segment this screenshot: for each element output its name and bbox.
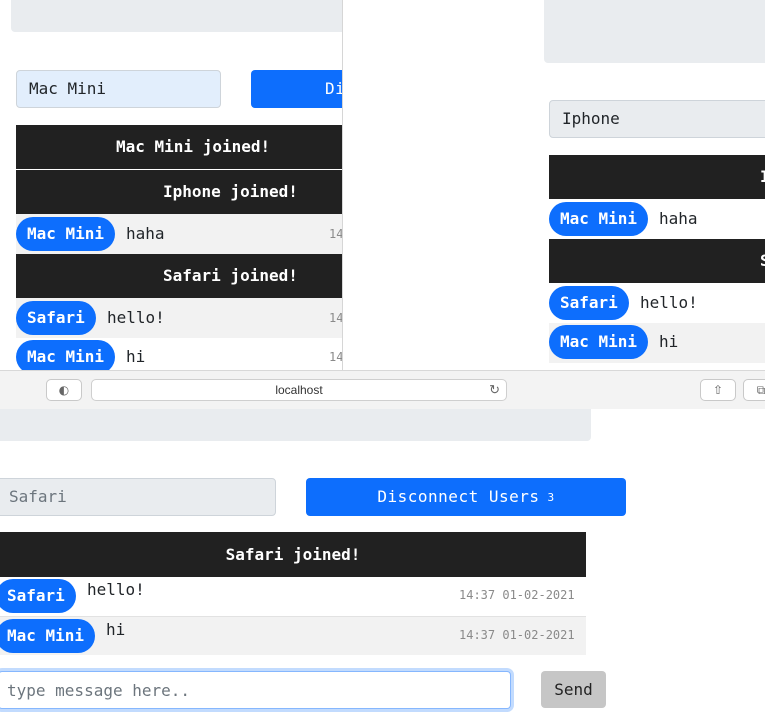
tabs-button[interactable]: ⧉ [743,379,765,401]
address-text: localhost [275,383,323,397]
browser-toolbar: ◐ localhost ↻ ⇧ ⧉ [0,370,765,410]
message-timestamp: 14 [329,227,342,241]
username-field[interactable]: Safari [0,478,276,516]
share-button[interactable]: ⇧ [700,379,736,401]
user-badge: Safari [16,301,96,335]
message-text: hi [126,347,146,366]
disconnect-label-partial: Di [325,79,342,98]
message-input[interactable] [0,671,511,709]
disconnect-users-button[interactable]: Disconnect Users 3 [306,478,626,516]
join-notice: Mac Mini joined! [16,125,342,169]
chat-window-safari: Safari Disconnect Users 3 Safari joined! … [0,409,765,716]
join-notice: Safari joined! [16,254,342,298]
reload-icon[interactable]: ↻ [489,380,500,400]
join-notice: Iphone joined! [16,170,342,214]
tabs-icon: ⧉ [756,383,765,397]
message-row: Mac Mini hi 14 [16,338,342,370]
disconnect-users-button[interactable]: Di [251,70,342,108]
username-field[interactable]: Iphone [549,100,765,138]
message-row: Safari hello! [549,283,765,323]
user-badge: Safari [549,286,629,320]
header-bar [544,0,765,63]
share-icon: ⇧ [712,383,724,397]
disconnect-label: Disconnect Users [377,487,540,506]
message-text: hi [659,332,679,351]
user-badge: Safari [0,579,76,613]
address-bar[interactable]: localhost ↻ [91,379,507,401]
message-text: hello! [640,293,698,312]
user-badge: Mac Mini [549,202,649,236]
message-timestamp: 14:37 01-02-2021 [459,588,575,602]
user-count-badge: 3 [547,491,555,504]
message-timestamp: 14 [329,350,342,364]
message-text: hello! [107,308,165,327]
message-text: haha [126,224,165,243]
header-bar [0,409,591,441]
message-text: haha [659,209,698,228]
message-timestamp: 14:37 01-02-2021 [459,628,575,642]
message-row: Mac Mini hi [549,323,765,363]
chat-window-iphone: Iphone I Mac Mini haha S Safari hello! M… [342,0,765,370]
sidebar-button[interactable]: ◐ [46,379,82,401]
user-badge: Mac Mini [549,325,649,359]
message-row: Mac Mini haha [549,199,765,239]
user-badge: Mac Mini [16,217,116,251]
message-row: Mac Mini hi 14:37 01-02-2021 [0,617,586,655]
header-bar [11,0,342,32]
message-text: hello! [87,580,145,599]
join-notice: I [549,155,765,199]
send-button[interactable]: Send [541,671,606,708]
chat-window-mac-mini: Mac Mini Di Mac Mini joined! Iphone join… [0,0,342,370]
join-notice: S [549,239,765,283]
message-row: Safari hello! 14:37 01-02-2021 [0,577,586,617]
join-notice: Safari joined! [0,532,586,577]
username-field[interactable]: Mac Mini [16,70,221,108]
message-timestamp: 14 [329,311,342,325]
user-badge: Mac Mini [0,619,96,653]
user-badge: Mac Mini [16,340,116,370]
message-row: Safari hello! 14 [16,298,342,338]
sidebar-icon: ◐ [58,383,70,397]
message-row: Mac Mini haha 14 [16,214,342,254]
message-text: hi [106,620,126,639]
